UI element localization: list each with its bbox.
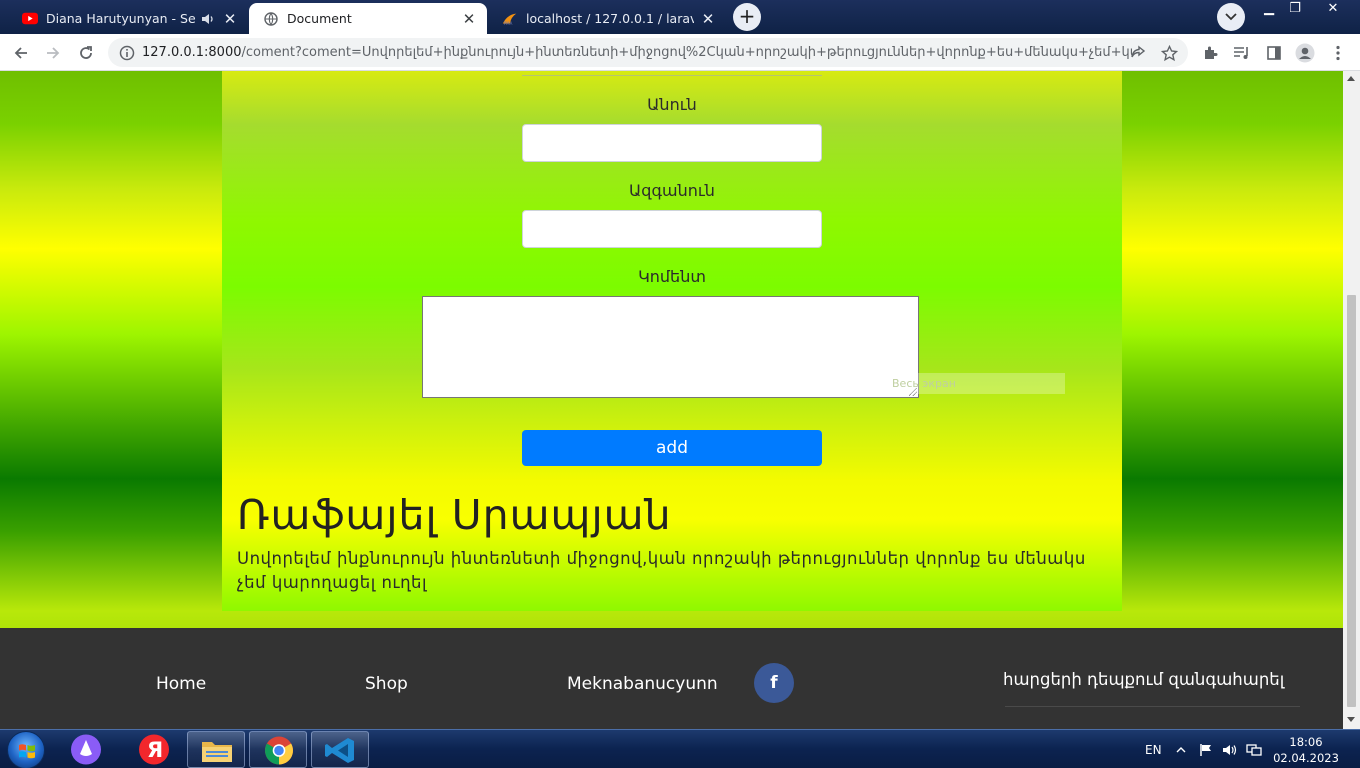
new-tab-button[interactable]: + xyxy=(733,3,761,31)
taskbar-yandex[interactable]: Я xyxy=(125,731,183,768)
scroll-down-arrow-icon[interactable] xyxy=(1347,717,1355,722)
last-name-input[interactable] xyxy=(522,210,822,248)
last-name-label: Ազգանուն xyxy=(629,181,715,200)
taskbar-alice[interactable] xyxy=(60,731,118,768)
footer-link-shop[interactable]: Shop xyxy=(365,674,408,694)
chevron-down-icon xyxy=(1225,13,1237,21)
side-panel-icon[interactable] xyxy=(1263,42,1285,64)
menu-kebab-icon[interactable] xyxy=(1327,42,1349,64)
fullscreen-overlay-button[interactable]: Весь экран xyxy=(860,373,1065,394)
phpmyadmin-icon: PMA xyxy=(502,11,518,27)
vertical-scrollbar[interactable] xyxy=(1343,71,1360,729)
profile-avatar-icon[interactable] xyxy=(1294,42,1316,64)
first-name-input[interactable] xyxy=(522,124,822,162)
close-tab-icon[interactable]: ✕ xyxy=(222,11,238,27)
url-host: 127.0.0.1:8000 xyxy=(142,45,242,60)
tab-document[interactable]: Document ✕ xyxy=(249,3,487,34)
tab-title: Document xyxy=(287,11,352,26)
speaker-icon[interactable] xyxy=(200,11,216,27)
clock-date: 02.04.2023 xyxy=(1273,751,1339,765)
globe-icon xyxy=(263,11,279,27)
system-clock[interactable]: 18:06 02.04.2023 xyxy=(1270,734,1342,766)
scroll-up-arrow-icon[interactable] xyxy=(1347,76,1355,81)
svg-text:PMA: PMA xyxy=(504,20,513,25)
alice-assistant-icon xyxy=(71,734,101,765)
forward-button[interactable] xyxy=(42,42,64,64)
browser-toolbar: 127.0.0.1:8000/coment?coment=Սովորելեմ+ի… xyxy=(0,34,1360,71)
show-hidden-icons-icon[interactable] xyxy=(1176,730,1186,768)
extensions-icon[interactable] xyxy=(1199,42,1221,64)
first-name-label: Անուն xyxy=(647,95,697,114)
comment-textarea[interactable] xyxy=(422,296,919,398)
yandex-browser-icon: Я xyxy=(139,734,169,765)
restore-button[interactable]: ❐ xyxy=(1280,0,1310,18)
footer-contact-text: հարցերի դեպքում զանգահարել xyxy=(1003,670,1285,689)
arrow-left-icon xyxy=(14,47,27,59)
footer-divider xyxy=(1005,706,1300,707)
start-button[interactable] xyxy=(7,731,45,768)
add-button[interactable]: add xyxy=(522,430,822,466)
info-icon[interactable] xyxy=(116,42,138,64)
close-window-button[interactable]: ✕ xyxy=(1318,0,1348,18)
comment-card: Անուն Ազգանուն Կոմենտ Весь экран add Ռաֆ… xyxy=(222,71,1122,611)
back-button[interactable] xyxy=(10,42,32,64)
bookmark-star-icon[interactable] xyxy=(1158,42,1180,64)
tab-phpmyadmin[interactable]: PMA localhost / 127.0.0.1 / laravel-9 / … xyxy=(488,3,726,34)
taskbar-chrome[interactable] xyxy=(249,731,307,768)
footer-link-home[interactable]: Home xyxy=(156,674,206,694)
reload-icon xyxy=(80,46,92,59)
network-icon[interactable] xyxy=(1246,730,1262,768)
arrow-right-icon xyxy=(47,47,60,59)
close-tab-icon[interactable]: ✕ xyxy=(700,11,716,27)
facebook-icon[interactable]: f xyxy=(754,663,794,703)
share-icon[interactable] xyxy=(1127,42,1149,64)
reload-button[interactable] xyxy=(75,42,97,64)
clock-time: 18:06 xyxy=(1289,735,1323,749)
close-tab-icon[interactable]: ✕ xyxy=(461,11,477,27)
svg-text:Я: Я xyxy=(147,738,163,762)
comment-author: Ռաֆայել Սրապյան xyxy=(237,491,672,539)
tab-search-button[interactable] xyxy=(1217,3,1245,31)
vscode-icon xyxy=(325,738,354,763)
taskbar-explorer[interactable] xyxy=(187,731,245,768)
chrome-icon xyxy=(265,736,293,765)
page-viewport: Անուն Ազգանուն Կոմենտ Весь экран add Ռաֆ… xyxy=(0,71,1343,729)
scrollbar-thumb[interactable] xyxy=(1347,295,1356,707)
youtube-icon xyxy=(22,11,38,27)
volume-icon[interactable] xyxy=(1222,730,1238,768)
comment-text: Սովորելեմ ինքնուրույն ինտեռնետի միջոցով,… xyxy=(237,549,1086,592)
tab-youtube[interactable]: Diana Harutyunyan - Serd Sa ✕ xyxy=(8,3,248,34)
site-footer: Home Shop Meknabanucyunn f հարցերի դեպքո… xyxy=(0,628,1343,729)
tab-title: Diana Harutyunyan - Serd Sa xyxy=(46,11,196,26)
media-controls-icon[interactable] xyxy=(1231,42,1253,64)
url-text[interactable]: 127.0.0.1:8000/coment?coment=Սովորելեմ+ի… xyxy=(142,38,1132,67)
divider xyxy=(522,75,822,76)
url-path: /coment?coment=Սովորելեմ+ինքնուրույն+ինտ… xyxy=(241,45,1133,60)
taskbar: Я EN 18:06 02.04.2023 xyxy=(0,729,1360,768)
tab-title: localhost / 127.0.0.1 / laravel-9 / xyxy=(526,11,694,26)
language-indicator[interactable]: EN xyxy=(1145,730,1162,768)
address-bar[interactable]: 127.0.0.1:8000/coment?coment=Սովորելեմ+ի… xyxy=(108,38,1188,67)
folder-icon xyxy=(202,742,232,762)
footer-link-meknabanucyunn[interactable]: Meknabanucyunn xyxy=(567,674,718,694)
taskbar-vscode[interactable] xyxy=(311,731,369,768)
tab-strip: Diana Harutyunyan - Serd Sa ✕ Document ✕… xyxy=(0,0,1360,34)
action-center-flag-icon[interactable] xyxy=(1199,730,1213,768)
comment-label: Կոմենտ xyxy=(638,267,706,286)
windows-logo-icon xyxy=(19,744,35,759)
